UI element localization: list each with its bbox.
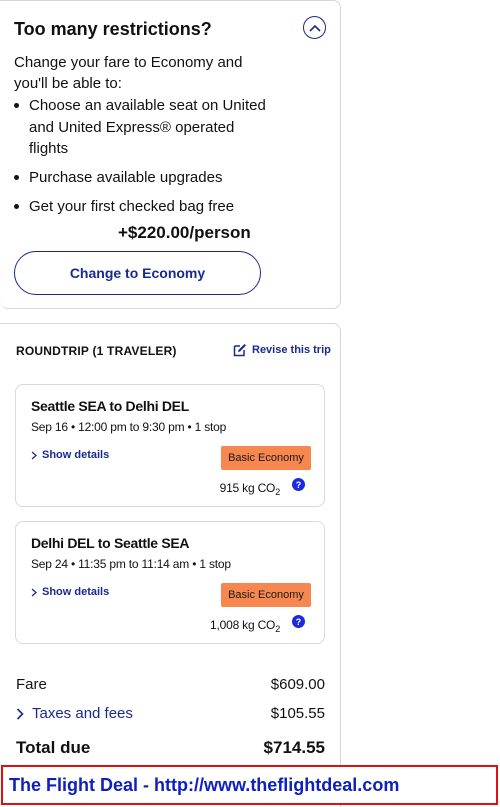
chevron-right-icon <box>31 588 37 596</box>
trip-summary-card: ROUNDTRIP (1 TRAVELER) Revise this trip … <box>0 323 341 807</box>
taxes-toggle[interactable]: Taxes and fees <box>16 705 133 722</box>
taxes-value: $105.55 <box>270 705 325 722</box>
fare-value: $609.00 <box>270 676 325 693</box>
total-label: Total due <box>16 738 91 757</box>
chevron-right-icon <box>16 707 24 720</box>
banner-text: The Flight Deal - http://www.theflightde… <box>9 774 400 795</box>
collapse-button[interactable] <box>303 16 326 39</box>
segment-route: Delhi DEL to Seattle SEA <box>31 535 190 551</box>
fare-class-badge: Basic Economy <box>221 583 311 607</box>
co2-value: 915 kg CO <box>219 481 276 495</box>
benefit-item: Get your first checked bag free <box>14 196 274 218</box>
upsell-card: Too many restrictions? Change your fare … <box>0 0 341 309</box>
flight-segment: Delhi DEL to Seattle SEA Sep 24 • 11:35 … <box>15 521 325 644</box>
segment-route: Seattle SEA to Delhi DEL <box>31 398 189 414</box>
help-icon[interactable]: ? <box>292 478 305 491</box>
edit-icon <box>233 344 246 357</box>
revise-trip-link[interactable]: Revise this trip <box>233 343 331 357</box>
benefit-item: Purchase available upgrades <box>14 167 274 189</box>
upsell-intro: Change your fare to Economy and you'll b… <box>14 54 243 92</box>
segment-times: Sep 24 • 11:35 pm to 11:14 am • 1 stop <box>31 557 231 571</box>
taxes-label: Taxes and fees <box>32 705 133 722</box>
show-details-link[interactable]: Show details <box>31 586 109 598</box>
total-value: $714.55 <box>263 738 325 757</box>
change-to-economy-button[interactable]: Change to Economy <box>14 251 261 295</box>
trip-header: ROUNDTRIP (1 TRAVELER) <box>16 344 177 358</box>
taxes-row: Taxes and fees $105.55 <box>16 705 325 722</box>
chevron-right-icon <box>31 451 37 459</box>
benefit-list: Choose an available seat on United and U… <box>14 95 274 225</box>
upsell-title: Too many restrictions? <box>14 19 212 39</box>
fare-class-badge: Basic Economy <box>221 446 311 470</box>
benefit-item: Choose an available seat on United and U… <box>14 95 274 160</box>
upsell-price: +$220.00/person <box>118 223 251 242</box>
co2-emissions: 1,008 kg CO2 <box>210 618 280 634</box>
flight-segment: Seattle SEA to Delhi DEL Sep 16 • 12:00 … <box>15 384 325 507</box>
segment-times: Sep 16 • 12:00 pm to 9:30 pm • 1 stop <box>31 420 227 434</box>
show-details-label: Show details <box>42 586 110 598</box>
co2-subscript: 2 <box>275 624 280 634</box>
fare-row: Fare $609.00 <box>16 676 325 693</box>
co2-value: 1,008 kg CO <box>210 618 276 632</box>
revise-trip-label: Revise this trip <box>252 344 331 356</box>
fare-label: Fare <box>16 676 47 693</box>
co2-subscript: 2 <box>275 487 280 497</box>
total-row: Total due $714.55 <box>16 738 325 758</box>
watermark-banner: The Flight Deal - http://www.theflightde… <box>1 765 498 805</box>
show-details-link[interactable]: Show details <box>31 449 109 461</box>
show-details-label: Show details <box>42 449 110 461</box>
chevron-up-icon <box>308 24 321 32</box>
co2-emissions: 915 kg CO2 <box>219 481 281 497</box>
help-icon[interactable]: ? <box>292 615 305 628</box>
